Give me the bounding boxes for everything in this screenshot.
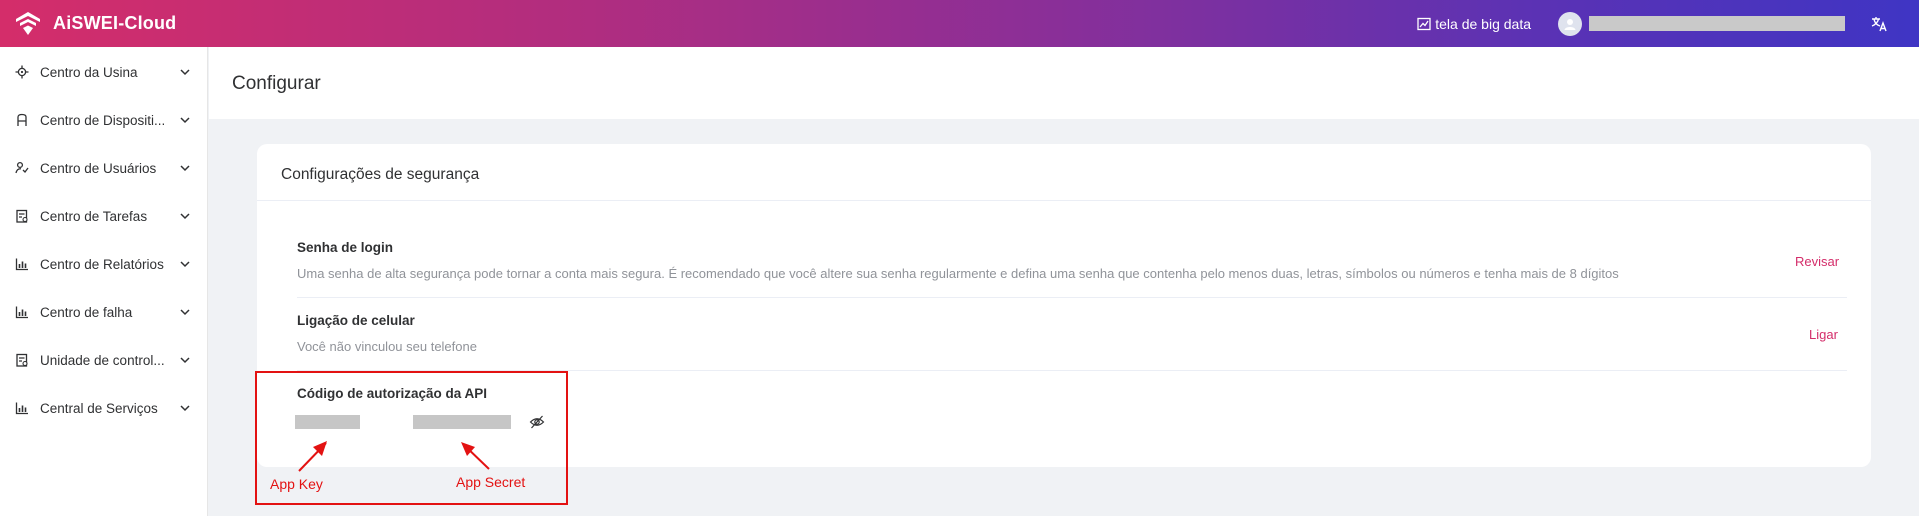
phone-binding-title: Ligação de celular	[297, 313, 415, 328]
device-icon	[15, 113, 29, 127]
sidebar-item-label: Centro de Dispositi...	[40, 112, 166, 128]
location-icon	[15, 65, 29, 79]
user-icon	[1564, 18, 1576, 30]
username-redacted[interactable]	[1589, 16, 1845, 31]
chart-icon	[1417, 17, 1431, 30]
task-icon	[15, 209, 29, 223]
translate-icon	[1871, 16, 1887, 31]
language-switch[interactable]	[1869, 14, 1889, 34]
chevron-down-icon	[180, 261, 190, 268]
chevron-down-icon	[180, 405, 190, 412]
login-password-title: Senha de login	[297, 240, 394, 255]
app-name: AiSWEI-Cloud	[53, 13, 177, 33]
chevron-down-icon	[180, 357, 190, 364]
avatar[interactable]	[1558, 11, 1582, 36]
sidebar-item-label: Centro da Usina	[40, 64, 138, 80]
bar-chart-icon	[15, 305, 29, 319]
sidebar-item-fault-center[interactable]: Centro de falha	[0, 297, 208, 327]
divider	[257, 200, 1871, 201]
sidebar-item-label: Centro de Relatórios	[40, 256, 164, 272]
sidebar-item-label: Centro de Usuários	[40, 160, 157, 176]
sidebar-item-service-center[interactable]: Central de Serviços	[0, 393, 208, 423]
chevron-down-icon	[180, 309, 190, 316]
chevron-down-icon	[180, 165, 190, 172]
sidebar-item-label: Unidade de control...	[40, 352, 165, 368]
login-password-description: Uma senha de alta segurança pode tornar …	[297, 266, 1619, 281]
sidebar-item-report-center[interactable]: Centro de Relatórios	[0, 249, 208, 279]
chevron-down-icon	[180, 69, 190, 76]
app-key-label: App Key	[270, 476, 323, 492]
sidebar-item-plant-center[interactable]: Centro da Usina	[0, 57, 208, 87]
page-title: Configurar	[232, 73, 321, 94]
chevron-down-icon	[180, 213, 190, 220]
card-title: Configurações de segurança	[281, 166, 480, 183]
phone-binding-description: Você não vinculou seu telefone	[297, 339, 477, 354]
top-bar: AiSWEI-Cloud tela de big data	[0, 0, 1919, 47]
bind-phone-link[interactable]: Ligar	[1809, 327, 1838, 342]
sidebar-item-user-center[interactable]: Centro de Usuários	[0, 153, 208, 183]
document-icon	[15, 353, 29, 367]
bar-chart-icon	[15, 257, 29, 271]
sidebar-item-control-unit[interactable]: Unidade de control...	[0, 345, 208, 375]
bar-chart-icon	[15, 401, 29, 415]
divider	[297, 297, 1847, 298]
logo-icon	[16, 11, 40, 35]
sidebar-item-label: Central de Serviços	[40, 400, 158, 416]
page-header: Configurar	[209, 47, 1919, 119]
app-secret-label: App Secret	[456, 474, 526, 490]
sidebar: Centro da Usina Centro de Dispositi... C…	[0, 47, 208, 516]
big-data-label: tela de big data	[1435, 15, 1531, 32]
sidebar-item-label: Centro de Tarefas	[40, 208, 148, 224]
users-icon	[15, 161, 29, 175]
logo[interactable]: AiSWEI-Cloud	[14, 10, 176, 38]
chevron-down-icon	[180, 117, 190, 124]
sidebar-item-task-center[interactable]: Centro de Tarefas	[0, 201, 208, 231]
sidebar-item-label: Centro de falha	[40, 304, 133, 320]
big-data-link[interactable]: tela de big data	[1417, 16, 1531, 32]
sidebar-item-device-center[interactable]: Centro de Dispositi...	[0, 105, 208, 135]
revise-password-link[interactable]: Revisar	[1795, 254, 1839, 269]
